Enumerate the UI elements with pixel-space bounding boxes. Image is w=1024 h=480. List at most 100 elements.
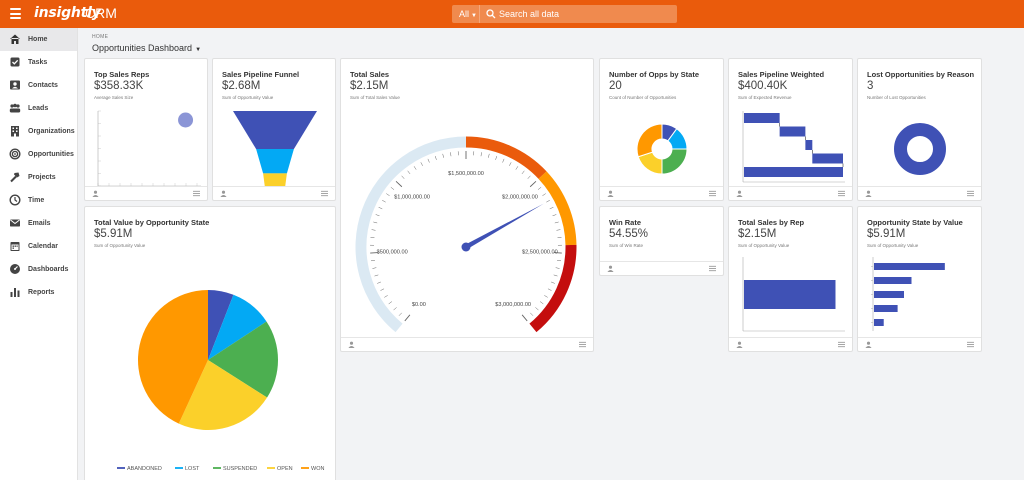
sidebar-item-opportunities[interactable]: Opportunities [0,143,77,166]
user-icon[interactable] [736,341,743,348]
sidebar-item-dashboards[interactable]: Dashboards [0,258,77,281]
gauge-tick-label: $0.00 [412,302,426,308]
sidebar-item-emails[interactable]: Emails [0,212,77,235]
lost-by-reason-donut [894,123,946,175]
gauge-tick [370,260,375,262]
gauge-tick [378,206,383,210]
global-search[interactable]: All ▼ Search all data [452,5,677,23]
gauge-tick-label: $1,500,000.00 [448,171,484,177]
list-icon[interactable] [838,190,845,197]
user-icon[interactable] [865,341,872,348]
list-icon[interactable] [838,341,845,348]
calendar-icon [10,242,20,251]
list-icon[interactable] [709,265,716,272]
lost-reason-slice [894,123,946,175]
card-sales-pipeline-weighted: Sales Pipeline Weighted $400.40K Sum of … [728,58,853,201]
search-scope-dropdown[interactable]: All ▼ [452,5,480,23]
gauge-tick [502,158,505,163]
scatter-point [178,112,194,128]
gauge-tick [434,155,437,160]
state-value-bar [874,263,945,270]
gauge-tick [509,162,512,166]
sidebar-item-home[interactable]: Home [0,28,77,51]
legend-label: OPEN [277,466,293,472]
state-value-bar [874,277,912,284]
pipeline-weighted-chart [742,111,845,183]
sidebar-item-organizations[interactable]: Organizations [0,120,77,143]
list-icon[interactable] [579,341,586,348]
waterfall-bar [744,113,780,123]
sidebar-item-label: Leads [28,105,49,112]
sidebar-item-label: Projects [28,174,56,181]
sidebar-item-contacts[interactable]: Contacts [0,74,77,97]
gauge-tick [529,180,537,188]
home-icon [10,34,20,44]
card-footer [85,186,207,200]
user-icon[interactable] [865,190,872,197]
sidebar-item-label: Dashboards [28,266,69,273]
dashboard-selector[interactable]: Opportunities Dashboard ▼ [92,43,201,53]
user-icon[interactable] [220,190,227,197]
sidebar-item-calendar[interactable]: Calendar [0,235,77,258]
projects-icon [10,172,20,183]
gauge-tick [495,155,498,160]
gauge-tick [527,175,531,179]
gauge-tick [407,170,411,175]
gauge-tick [553,274,558,277]
waterfall-bar [744,167,843,177]
gauge-tick [521,314,528,322]
user-icon[interactable] [607,190,614,197]
menu-icon[interactable] [10,8,21,19]
card-footer [600,261,723,275]
gauge-tick [547,288,552,291]
card-sales-by-rep: Total Sales by Rep $2.15M Sum of Opportu… [728,206,853,352]
top-sales-reps-chart [97,110,201,187]
breadcrumb[interactable]: HOME [92,34,108,40]
gauge-tick [380,288,385,291]
organizations-icon [11,126,19,137]
gauge-tick [546,200,550,203]
user-icon[interactable] [92,190,99,197]
legend-label: LOST [185,466,200,472]
gauge-tick [549,206,554,210]
reports-icon [10,288,20,297]
list-icon[interactable] [709,190,716,197]
gauge-tick-label: $500,000.00 [377,250,408,256]
list-icon[interactable] [967,190,974,197]
list-icon[interactable] [321,190,328,197]
sidebar-item-tasks[interactable]: Tasks [0,51,77,74]
legend-label: WON [311,466,324,472]
sidebar-item-time[interactable]: Time [0,189,77,212]
gauge-tick [521,170,525,175]
gauge-tick [373,221,378,224]
card-footer [858,337,981,351]
sidebar-item-reports[interactable]: Reports [0,281,77,304]
gauge-tick [372,267,377,269]
gauge-tick [420,162,423,166]
opps-state-slice [661,148,688,175]
search-input[interactable]: Search all data [499,5,559,23]
dashboard-icon [10,264,20,274]
total-sales-gauge: $0.00 $500,000.00 $1,000,000.00 $1,500,000.… [355,136,577,333]
opps-state-slice [636,123,663,158]
gauge-tick [427,158,430,163]
gauge-tick [515,166,519,170]
gauge-tick [374,274,379,277]
list-icon[interactable] [193,190,200,197]
gauge-tick-label: $2,500,000.00 [522,250,558,256]
user-icon[interactable] [736,190,743,197]
user-icon[interactable] [607,265,614,272]
gauge-tick [386,193,390,196]
card-lost-by-reason: Lost Opportunities by Reason 3 Number of… [857,58,982,201]
user-icon[interactable] [348,341,355,348]
sidebar-item-leads[interactable]: Leads [0,97,77,120]
gauge-tick [450,152,452,157]
gauge-tick [401,175,405,179]
waterfall-bar [805,140,813,150]
sidebar-item-label: Opportunities [28,151,74,158]
gauge-tick [377,281,381,284]
list-icon[interactable] [967,341,974,348]
sidebar-item-label: Home [28,36,48,43]
rep-bar [744,280,836,309]
sidebar-item-projects[interactable]: Projects [0,166,77,189]
